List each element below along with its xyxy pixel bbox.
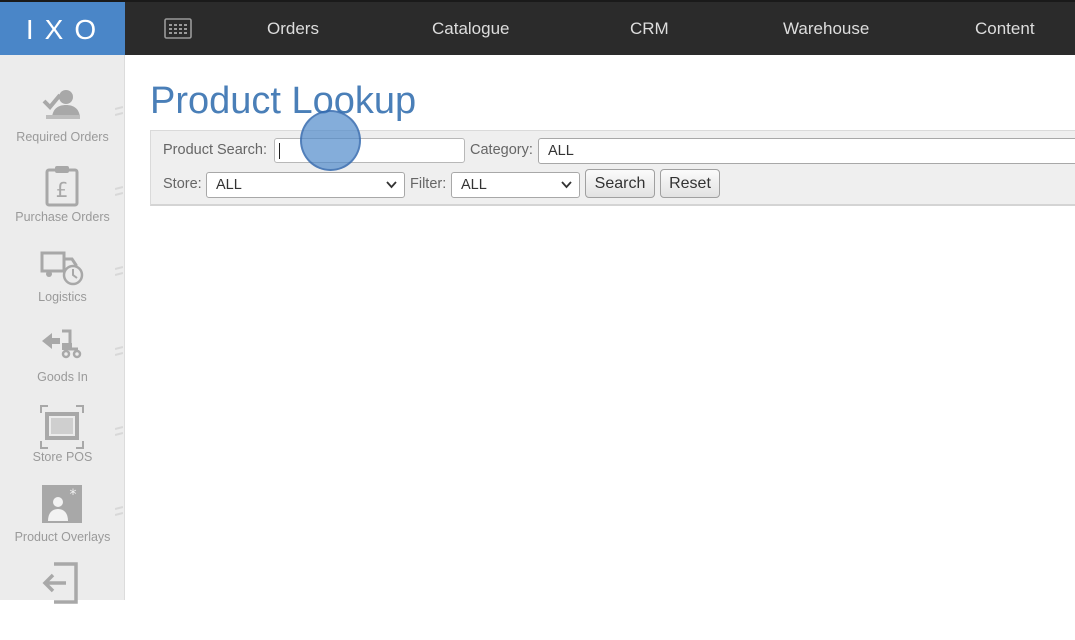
grip-icon bbox=[115, 106, 123, 116]
svg-text:*: * bbox=[70, 487, 77, 503]
goods-in-icon bbox=[42, 329, 82, 359]
logistics-truck-icon bbox=[40, 251, 84, 286]
nav-orders[interactable]: Orders bbox=[267, 2, 319, 57]
category-select-value: ALL bbox=[548, 143, 574, 159]
sidebar-item-label: Required Orders bbox=[16, 130, 109, 144]
nav-crm[interactable]: CRM bbox=[630, 2, 669, 57]
nav-content[interactable]: Content bbox=[975, 2, 1035, 57]
sidebar-item-label: Purchase Orders bbox=[15, 210, 110, 224]
sidebar-item-logistics[interactable]: Logistics bbox=[0, 243, 125, 323]
sidebar-item-label: Logistics bbox=[38, 290, 87, 304]
sidebar-item-label: Goods In bbox=[37, 370, 88, 384]
category-select[interactable]: ALL bbox=[538, 138, 1075, 164]
sidebar: Required Orders £ Purchase Orders Logist… bbox=[0, 55, 125, 604]
sidebar-item-goods-in[interactable]: Goods In bbox=[0, 323, 125, 403]
product-search-label: Product Search: bbox=[163, 142, 267, 158]
sidebar-item-store-pos[interactable]: Store POS bbox=[0, 403, 125, 483]
reset-button[interactable]: Reset bbox=[660, 169, 720, 198]
search-button[interactable]: Search bbox=[585, 169, 655, 198]
store-select-value: ALL bbox=[216, 177, 242, 193]
product-overlays-icon: * bbox=[42, 485, 82, 523]
sidebar-item-label: Product Overlays bbox=[14, 530, 111, 544]
nav-warehouse[interactable]: Warehouse bbox=[783, 2, 869, 57]
sidebar-item-label: Store POS bbox=[32, 450, 93, 464]
nav-catalogue[interactable]: Catalogue bbox=[432, 2, 510, 57]
sidebar-item-required-orders[interactable]: Required Orders bbox=[0, 83, 125, 163]
filter-label: Filter: bbox=[410, 176, 447, 192]
click-indicator bbox=[300, 110, 361, 171]
sidebar-item-purchase-orders[interactable]: £ Purchase Orders bbox=[0, 163, 125, 243]
required-orders-icon bbox=[42, 90, 80, 119]
sidebar-item-exit[interactable] bbox=[0, 560, 125, 640]
store-select[interactable]: ALL bbox=[206, 172, 405, 198]
filter-select-value: ALL bbox=[461, 177, 487, 193]
sidebar-item-product-overlays[interactable]: * Product Overlays bbox=[0, 483, 125, 563]
category-label: Category: bbox=[470, 142, 533, 158]
exit-icon bbox=[42, 562, 78, 604]
grip-icon bbox=[115, 426, 123, 436]
svg-text:£: £ bbox=[56, 178, 69, 202]
chevron-down-icon bbox=[561, 181, 572, 189]
ixo-logo[interactable]: IXO bbox=[0, 2, 125, 57]
apps-grid-icon[interactable] bbox=[164, 18, 192, 39]
store-label: Store: bbox=[163, 176, 202, 192]
filter-select[interactable]: ALL bbox=[451, 172, 580, 198]
grip-icon bbox=[115, 186, 123, 196]
product-search-panel: Product Search: Category: ALL Store: ALL… bbox=[150, 130, 1075, 206]
grip-icon bbox=[115, 266, 123, 276]
top-navigation-bar: IXO Orders Catalogue CRM Warehouse Conte… bbox=[0, 0, 1075, 57]
grip-icon bbox=[115, 506, 123, 516]
chevron-down-icon bbox=[386, 181, 397, 189]
grip-icon bbox=[115, 346, 123, 356]
store-pos-icon bbox=[40, 405, 84, 449]
page-title: Product Lookup bbox=[150, 80, 417, 122]
text-caret bbox=[279, 143, 280, 159]
purchase-orders-icon: £ bbox=[45, 166, 79, 207]
